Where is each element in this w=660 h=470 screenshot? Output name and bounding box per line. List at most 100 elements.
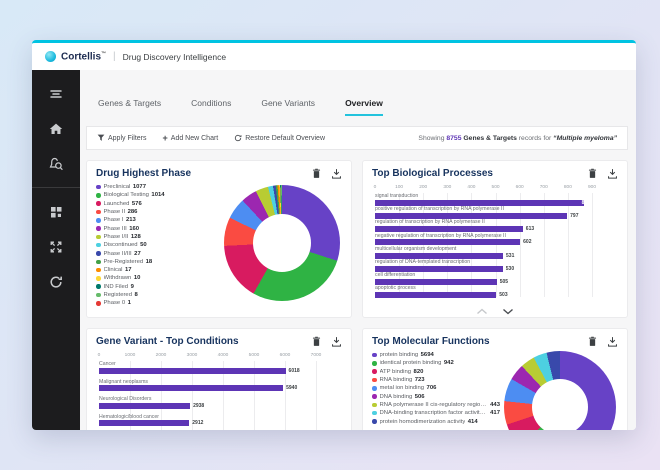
legend-item[interactable]: RNA polymerase II cis-regulatory region … — [372, 401, 500, 409]
menu-icon[interactable] — [48, 86, 64, 102]
record-count-status: Showing 8755 Genes & Targets records for… — [418, 135, 617, 142]
legend-color-dot — [372, 394, 377, 399]
apply-filters-button[interactable]: Apply Filters — [97, 134, 147, 142]
delete-chart-icon[interactable] — [311, 168, 322, 179]
legend-item[interactable]: metal ion binding706 — [372, 384, 500, 392]
bar-chart: 01000200030004000500060007000Cancer6018M… — [99, 353, 316, 430]
bar[interactable] — [375, 253, 503, 259]
legend-item[interactable]: Registered8 — [96, 291, 220, 299]
legend-item[interactable]: RNA binding723 — [372, 376, 500, 384]
bar[interactable] — [375, 213, 567, 219]
tab-conditions[interactable]: Conditions — [191, 98, 231, 116]
bar[interactable] — [375, 239, 520, 245]
axis-tick-label: 600 — [516, 185, 524, 190]
donut-chart[interactable] — [504, 351, 616, 430]
restore-default-overview-button[interactable]: Restore Default Overview — [234, 134, 325, 142]
legend-item[interactable]: Withdrawn10 — [96, 274, 220, 282]
legend-item[interactable]: Discontinued50 — [96, 241, 220, 249]
legend-value: 17 — [125, 267, 132, 273]
download-chart-icon[interactable] — [331, 336, 342, 347]
legend-color-dot — [96, 210, 101, 215]
bar[interactable] — [375, 292, 496, 298]
legend-item[interactable]: Biological Testing1014 — [96, 191, 220, 199]
legend-item[interactable]: IND Filed9 — [96, 283, 220, 291]
bar[interactable] — [375, 226, 523, 232]
legend-item[interactable]: protein binding5694 — [372, 351, 500, 359]
legend-value: 50 — [140, 242, 147, 248]
tab-overview[interactable]: Overview — [345, 98, 383, 116]
dashboard-widgets-icon[interactable] — [48, 204, 64, 220]
panel-title: Drug Highest Phase — [96, 168, 191, 179]
bar[interactable] — [99, 368, 286, 374]
legend-item[interactable]: Phase III160 — [96, 224, 220, 232]
product-name: Drug Discovery Intelligence — [123, 52, 226, 62]
legend-value: 1014 — [151, 192, 164, 198]
download-chart-icon[interactable] — [607, 168, 618, 179]
legend-item[interactable]: Phase 01 — [96, 299, 220, 307]
legend-item[interactable]: Phase I213 — [96, 216, 220, 224]
legend-item[interactable]: identical protein binding942 — [372, 359, 500, 367]
bar-label: Cancer — [99, 361, 316, 368]
bar[interactable] — [99, 420, 189, 426]
legend-item[interactable]: Clinical17 — [96, 266, 220, 274]
legend-label: Biological Testing — [104, 192, 149, 198]
legend-item[interactable]: Phase II286 — [96, 208, 220, 216]
legend-value: 1 — [128, 300, 131, 306]
bar-value: 505 — [500, 279, 508, 285]
bar[interactable] — [99, 385, 283, 391]
bar-label: signal transduction — [375, 193, 592, 200]
bar[interactable]: 868 — [375, 200, 584, 206]
plus-icon: + — [163, 135, 168, 142]
legend-color-dot — [372, 378, 377, 383]
legend-color-dot — [372, 386, 377, 391]
legend-item[interactable]: Launched576 — [96, 200, 220, 208]
bar[interactable] — [375, 279, 497, 285]
panel-gene-variant-top-conditions: Gene Variant - Top Conditions 0100020003… — [86, 328, 352, 430]
home-icon[interactable] — [48, 121, 64, 137]
delete-chart-icon[interactable] — [587, 168, 598, 179]
tab-genes-targets[interactable]: Genes & Targets — [98, 98, 161, 116]
sync-icon[interactable] — [48, 274, 64, 290]
axis-tick-label: 7000 — [311, 353, 322, 358]
bar-value: 6018 — [289, 368, 300, 374]
page-up-chevron-icon[interactable] — [476, 308, 488, 315]
legend-value: 820 — [414, 369, 424, 375]
record-count: 8755 — [446, 135, 461, 142]
search-alerts-icon[interactable] — [48, 156, 64, 172]
legend-color-dot — [96, 260, 101, 265]
legend-label: Phase III — [104, 226, 127, 232]
legend-item[interactable]: DNA-binding transcription factor activit… — [372, 409, 500, 417]
legend-item[interactable]: DNA binding506 — [372, 392, 500, 400]
legend-item[interactable]: Phase I/II128 — [96, 233, 220, 241]
download-chart-icon[interactable] — [607, 336, 618, 347]
legend-value: 706 — [427, 385, 437, 391]
tab-gene-variants[interactable]: Gene Variants — [261, 98, 315, 116]
legend-item[interactable]: protein homodimerization activity414 — [372, 417, 500, 425]
page-down-chevron-icon[interactable] — [502, 308, 514, 315]
bar-label: negative regulation of transcription by … — [375, 233, 592, 240]
axis-tick-label: 900 — [588, 185, 596, 190]
legend-label: Withdrawn — [104, 275, 132, 281]
legend-item[interactable]: Pre-Registered18 — [96, 258, 220, 266]
expand-icon[interactable] — [48, 239, 64, 255]
donut-chart[interactable] — [224, 185, 340, 301]
legend-value: 10 — [134, 275, 141, 281]
legend-label: Launched — [104, 201, 130, 207]
bar-track: 503 — [375, 292, 592, 298]
axis-tick-label: 300 — [443, 185, 451, 190]
bar-label: regulation of DNA-templated transcriptio… — [375, 259, 592, 266]
bar[interactable] — [375, 266, 503, 272]
delete-chart-icon[interactable] — [587, 336, 598, 347]
bar-row: cell differentiation505 — [375, 272, 592, 285]
nav-divider — [32, 187, 80, 188]
bar[interactable] — [99, 403, 190, 409]
download-chart-icon[interactable] — [331, 168, 342, 179]
legend-item[interactable]: ATP binding820 — [372, 368, 500, 376]
delete-chart-icon[interactable] — [311, 336, 322, 347]
legend-value: 128 — [131, 234, 141, 240]
legend-item[interactable]: Phase II/III27 — [96, 249, 220, 257]
legend-item[interactable]: Preclinical1077 — [96, 183, 220, 191]
add-new-chart-button[interactable]: + Add New Chart — [163, 135, 219, 142]
legend-color-dot — [372, 403, 377, 408]
bar-track: 602 — [375, 239, 592, 245]
